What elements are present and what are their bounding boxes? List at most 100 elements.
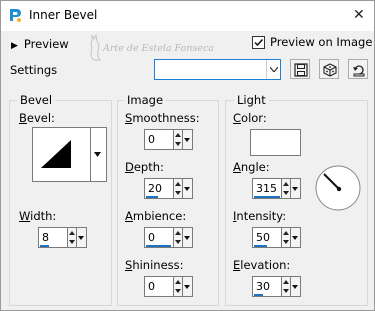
elevation-label: Elevation: [233,258,291,272]
elevation-spinner[interactable]: 30 [252,276,301,297]
preview-on-image-checkbox[interactable] [252,35,265,49]
angle-dropdown-button[interactable] [291,178,301,199]
angle-dial-icon[interactable] [314,164,362,212]
color-label: Color: [233,111,267,125]
shininess-spinner[interactable]: 0 [144,276,193,297]
caret-down-icon [184,285,190,289]
dice-icon [323,63,337,77]
smoothness-stepper[interactable] [174,129,183,150]
caret-down-icon [292,236,298,240]
intensity-stepper[interactable] [282,227,291,248]
spin-up-icon [175,231,181,235]
shininess-dropdown-button[interactable] [183,276,193,297]
ambience-value: 0 [148,231,155,244]
settings-label: Settings [10,63,58,77]
elevation-value: 30 [256,280,270,293]
spin-up-icon [283,280,289,284]
elevation-dropdown-button[interactable] [291,276,301,297]
bevel-preview [32,127,91,182]
caret-down-icon [184,138,190,142]
save-preset-button[interactable] [290,59,310,79]
smoothness-label: Smoothness: [125,111,200,125]
width-spinner[interactable]: 8 [38,227,87,248]
caret-down-icon [184,236,190,240]
angle-spinner[interactable]: 315 [252,178,301,199]
width-label: Width: [19,209,57,223]
ambience-spinner[interactable]: 0 [144,227,193,248]
reset-button[interactable] [348,59,368,79]
depth-value: 20 [148,182,162,195]
light-color-swatch[interactable] [250,129,301,156]
width-value: 8 [42,231,49,244]
depth-input[interactable]: 20 [144,178,174,199]
elevation-input[interactable]: 30 [252,276,282,297]
caret-down-icon [94,152,101,157]
caret-down-icon [292,187,298,191]
preview-toggle-label: Preview [23,37,69,51]
bevel-shape-icon [41,140,71,168]
title-bar: Inner Bevel ✕ [1,1,374,31]
close-button[interactable]: ✕ [353,7,365,23]
app-icon [10,9,21,22]
floppy-disk-icon [294,63,308,77]
ambience-input[interactable]: 0 [144,227,174,248]
spin-up-icon [69,231,75,235]
intensity-value: 50 [256,231,270,244]
angle-label: Angle: [233,160,270,174]
caret-down-icon [292,285,298,289]
inner-bevel-dialog: Inner Bevel ✕ ▶ Preview Arte de Estela Fo… [0,0,375,311]
settings-combobox[interactable] [154,59,281,80]
spin-down-icon [69,240,75,244]
caret-down-icon [78,236,84,240]
spin-down-icon [283,191,289,195]
ambience-dropdown-button[interactable] [183,227,193,248]
bevel-picker[interactable] [32,127,107,182]
elevation-stepper[interactable] [282,276,291,297]
smoothness-value: 0 [148,133,155,146]
spin-up-icon [283,182,289,186]
width-stepper[interactable] [68,227,77,248]
shininess-label: Shininess: [125,258,184,272]
spin-down-icon [283,240,289,244]
ambience-stepper[interactable] [174,227,183,248]
depth-spinner[interactable]: 20 [144,178,193,199]
watermark-text: Arte de Estela Fonseca [103,43,214,54]
preview-on-image-label: Preview on Image [270,35,373,49]
light-group-title: Light [234,93,269,107]
image-group-title: Image [124,93,167,107]
settings-dropdown-button[interactable] [266,60,280,79]
spin-down-icon [283,289,289,293]
width-input[interactable]: 8 [38,227,68,248]
caret-down-icon [184,187,190,191]
bevel-dropdown-button[interactable] [91,127,107,182]
angle-stepper[interactable] [282,178,291,199]
smoothness-dropdown-button[interactable] [183,129,193,150]
intensity-spinner[interactable]: 50 [252,227,301,248]
spin-down-icon [175,289,181,293]
depth-stepper[interactable] [174,178,183,199]
shininess-input[interactable]: 0 [144,276,174,297]
ambience-label: Ambience: [125,209,187,223]
depth-dropdown-button[interactable] [183,178,193,199]
spin-up-icon [175,133,181,137]
intensity-label: Intensity: [233,209,287,223]
depth-label: Depth: [125,160,164,174]
smoothness-spinner[interactable]: 0 [144,129,193,150]
smoothness-input[interactable]: 0 [144,129,174,150]
reset-arrow-icon [353,65,365,77]
shininess-stepper[interactable] [174,276,183,297]
cat-silhouette-icon [90,33,102,61]
preview-toggle[interactable]: ▶ Preview [11,37,69,51]
intensity-input[interactable]: 50 [252,227,282,248]
randomize-button[interactable] [319,59,339,79]
spin-up-icon [283,231,289,235]
spin-up-icon [175,182,181,186]
width-dropdown-button[interactable] [77,227,87,248]
spin-down-icon [175,191,181,195]
spin-up-icon [175,280,181,284]
bevel-group-title: Bevel [17,93,56,107]
intensity-dropdown-button[interactable] [291,227,301,248]
angle-value: 315 [256,182,277,195]
angle-input[interactable]: 315 [252,178,282,199]
preview-on-image-row[interactable]: Preview on Image [252,35,372,49]
